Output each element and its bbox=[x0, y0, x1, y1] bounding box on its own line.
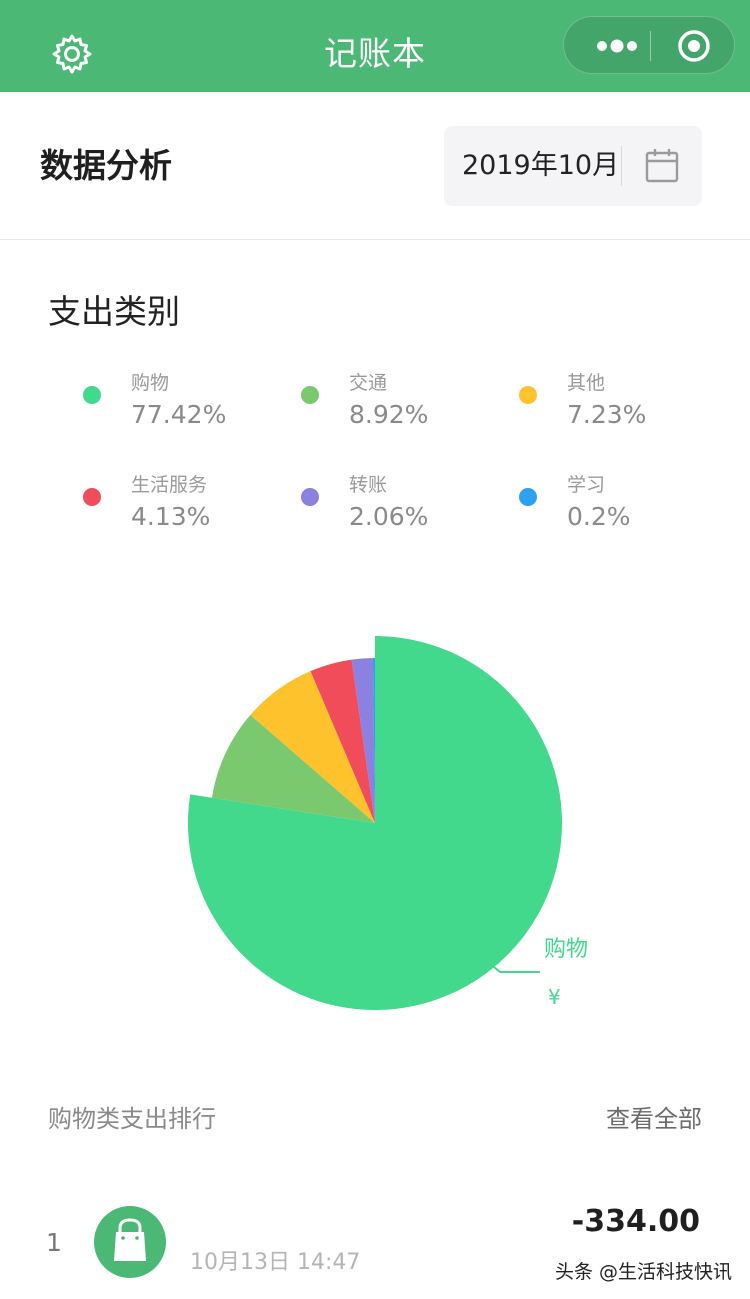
legend-name: 转账 bbox=[349, 474, 388, 496]
month-divider bbox=[621, 146, 622, 186]
month-picker[interactable]: 2019年10月 bbox=[444, 126, 702, 206]
capsule-menu bbox=[563, 16, 735, 74]
section-title: 支出类别 bbox=[48, 292, 180, 331]
legend-dot bbox=[519, 488, 537, 506]
legend-dot bbox=[519, 386, 537, 404]
legend-percent: 77.42% bbox=[131, 400, 227, 429]
legend-percent: 0.2% bbox=[567, 502, 631, 531]
rank-date: 10月13日 14:47 bbox=[190, 1250, 361, 1275]
pie-svg: 购物 ¥ bbox=[188, 636, 588, 1010]
legend-name: 生活服务 bbox=[131, 474, 208, 496]
rank-index: 1 bbox=[46, 1228, 62, 1257]
legend-item[interactable]: 交通 8.92% bbox=[301, 372, 501, 442]
watermark: 头条 @生活科技快讯 bbox=[554, 1261, 732, 1283]
calendar-icon[interactable] bbox=[644, 146, 680, 186]
legend-name: 购物 bbox=[131, 372, 170, 394]
month-text: 2019年10月 bbox=[462, 150, 620, 181]
legend-item[interactable]: 学习 0.2% bbox=[519, 474, 719, 544]
capsule-divider bbox=[650, 31, 651, 61]
legend-item[interactable]: 转账 2.06% bbox=[301, 474, 501, 544]
target-circle-icon[interactable] bbox=[664, 17, 724, 75]
rank-amount: -334.00 bbox=[571, 1204, 700, 1239]
legend-name: 学习 bbox=[567, 474, 606, 496]
legend-dot bbox=[301, 488, 319, 506]
more-dots-icon[interactable] bbox=[584, 17, 650, 75]
legend-percent: 7.23% bbox=[567, 400, 647, 429]
shopping-bag-icon bbox=[94, 1206, 166, 1278]
pie-chart: 购物 ¥ bbox=[0, 600, 750, 1040]
page-title: 数据分析 bbox=[40, 146, 172, 185]
legend-dot bbox=[83, 386, 101, 404]
legend-item[interactable]: 生活服务 4.13% bbox=[83, 474, 283, 544]
legend-item[interactable]: 其他 7.23% bbox=[519, 372, 719, 442]
navbar: 记账本 bbox=[0, 0, 750, 92]
ranking-title: 购物类支出排行 bbox=[48, 1105, 216, 1133]
legend-dot bbox=[301, 386, 319, 404]
legend-percent: 8.92% bbox=[349, 400, 429, 429]
legend-name: 其他 bbox=[567, 372, 606, 394]
pie-label-value: ¥ bbox=[548, 985, 561, 1009]
legend-percent: 2.06% bbox=[349, 502, 429, 531]
header-card: 数据分析 2019年10月 bbox=[0, 92, 750, 240]
legend-percent: 4.13% bbox=[131, 502, 211, 531]
view-all-link[interactable]: 查看全部 bbox=[606, 1102, 702, 1136]
legend-dot bbox=[83, 488, 101, 506]
legend-name: 交通 bbox=[349, 372, 388, 394]
pie-label: 购物 bbox=[544, 937, 588, 962]
legend-item[interactable]: 购物 77.42% bbox=[83, 372, 283, 442]
